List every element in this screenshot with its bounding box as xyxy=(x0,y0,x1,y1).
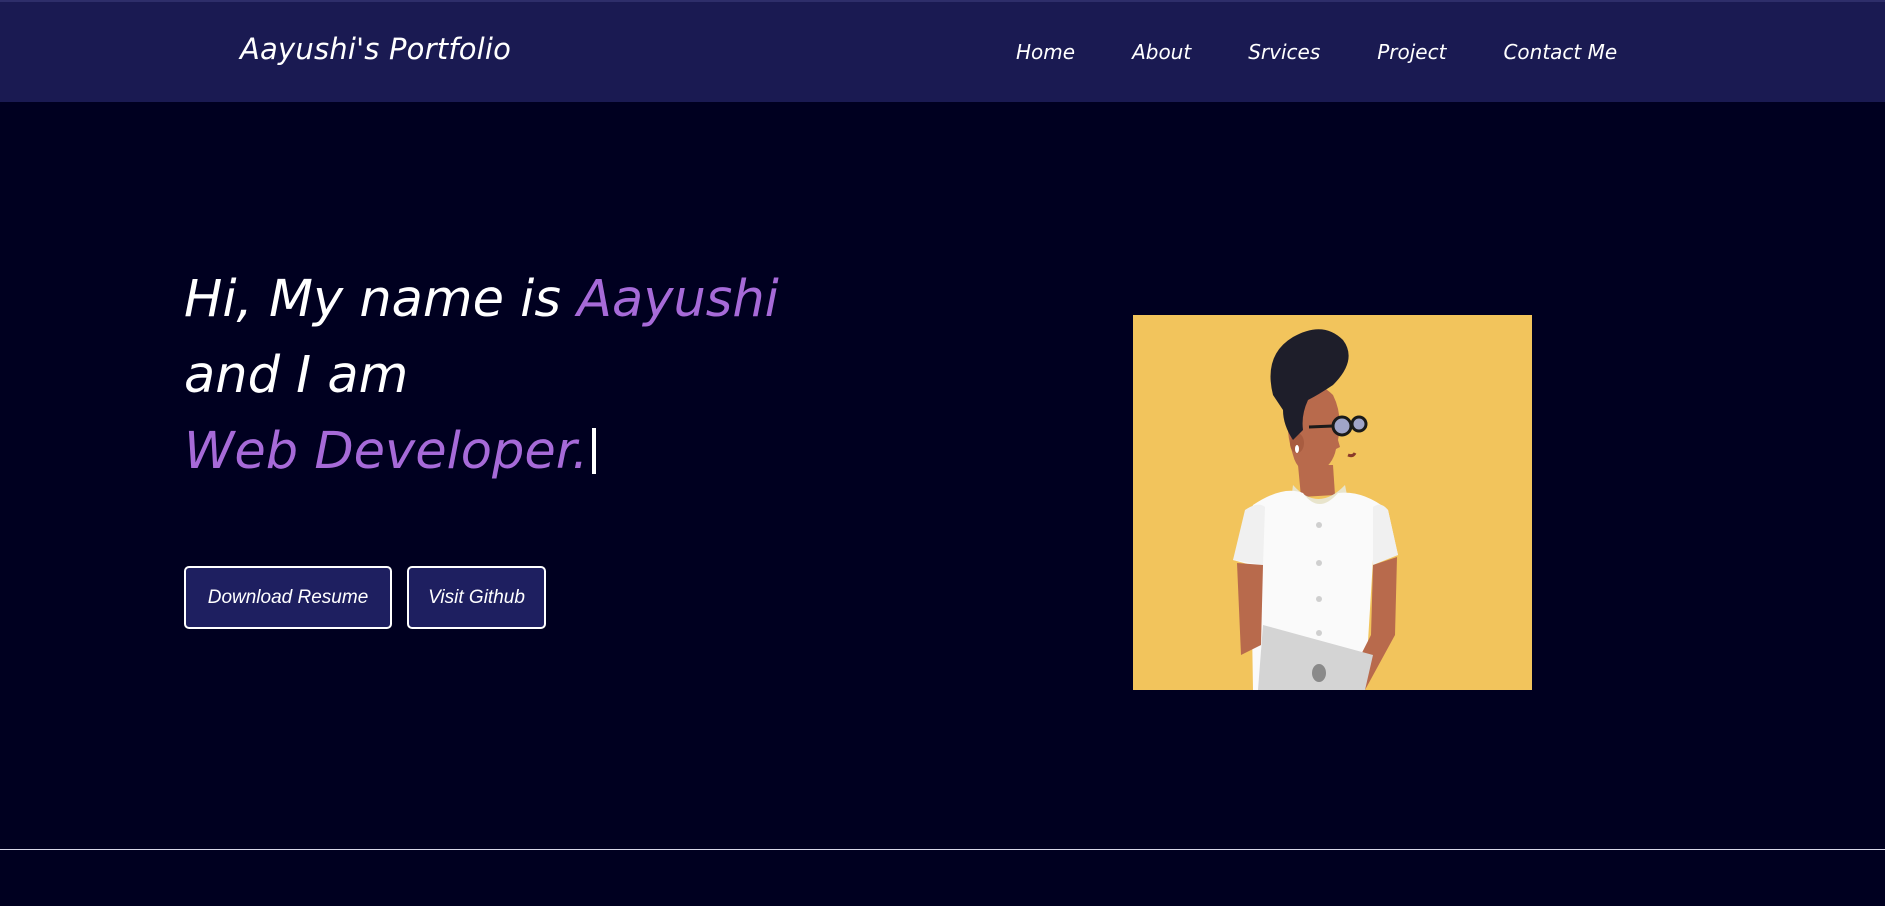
hero-line-3: Web Developer. xyxy=(184,414,779,490)
nav-link-about[interactable]: About xyxy=(1132,40,1191,64)
section-divider xyxy=(0,849,1885,850)
nav-link-contact[interactable]: Contact Me xyxy=(1503,40,1617,64)
typing-cursor xyxy=(592,428,597,474)
nav-link-project[interactable]: Project xyxy=(1377,40,1446,64)
hero-name: Aayushi xyxy=(577,270,779,329)
hero-role: Web Developer. xyxy=(184,422,589,481)
hero-line-1: Hi, My name is Aayushi xyxy=(184,262,779,338)
hero-line-2: and I am xyxy=(184,346,409,405)
hero-heading: Hi, My name is Aayushi and I am Web Deve… xyxy=(184,262,779,490)
nav-link-home[interactable]: Home xyxy=(1016,40,1075,64)
download-resume-button[interactable]: Download Resume xyxy=(184,566,392,629)
hero-illustration xyxy=(1133,315,1532,690)
navbar: Aayushi's Portfolio Home About Srvices P… xyxy=(0,0,1885,102)
site-logo[interactable]: Aayushi's Portfolio xyxy=(240,32,511,66)
developer-character-illustration xyxy=(1233,329,1398,690)
visit-github-button[interactable]: Visit Github xyxy=(407,566,546,629)
hero-greeting: Hi, My name is xyxy=(184,270,578,329)
nav-menu: Home About Srvices Project Contact Me xyxy=(1016,40,1617,64)
nav-link-services[interactable]: Srvices xyxy=(1248,40,1320,64)
